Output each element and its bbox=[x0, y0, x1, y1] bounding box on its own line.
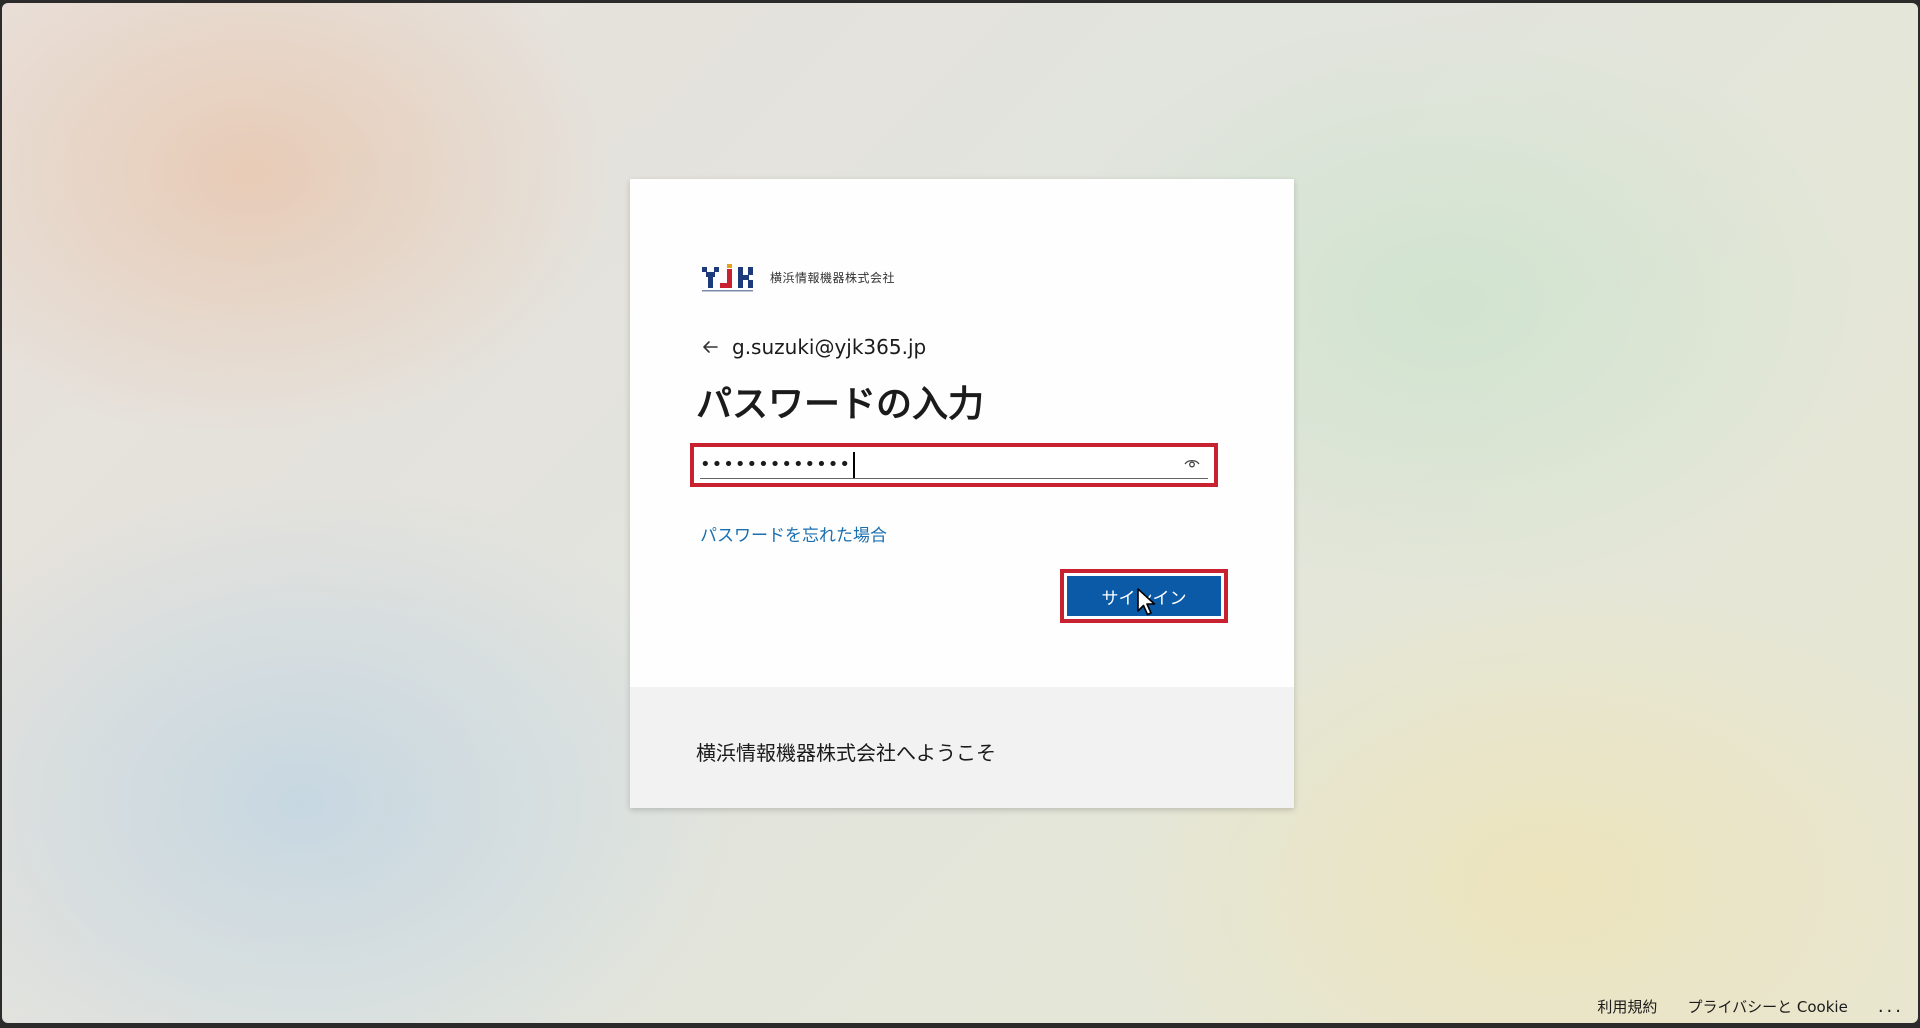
more-options-icon[interactable]: ... bbox=[1878, 996, 1904, 1017]
identity-back-button[interactable]: g.suzuki@yjk365.jp bbox=[700, 330, 926, 364]
back-arrow-icon[interactable] bbox=[700, 337, 720, 357]
company-name: 横浜情報機器株式会社 bbox=[770, 270, 896, 285]
password-field[interactable]: ••••••••••••• bbox=[690, 443, 1218, 487]
signin-card-body: 横浜情報機器株式会社 g.suzuki@yjk365.jp パスワードの入力 •… bbox=[630, 179, 1294, 687]
welcome-text: 横浜情報機器株式会社へようこそ bbox=[696, 741, 996, 765]
eye-icon[interactable] bbox=[1184, 457, 1200, 471]
yjk-logo-mark bbox=[702, 264, 753, 292]
terms-link[interactable]: 利用規約 bbox=[1597, 996, 1657, 1017]
company-logo: 横浜情報機器株式会社 bbox=[700, 260, 895, 294]
privacy-cookie-link[interactable]: プライバシーと Cookie bbox=[1687, 996, 1847, 1017]
password-input[interactable]: ••••••••••••• bbox=[700, 451, 1208, 479]
signin-card-footer: 横浜情報機器株式会社へようこそ bbox=[630, 687, 1294, 808]
mouse-pointer-icon bbox=[1137, 588, 1156, 616]
page-title: パスワードの入力 bbox=[696, 384, 985, 425]
signin-card: 横浜情報機器株式会社 g.suzuki@yjk365.jp パスワードの入力 •… bbox=[630, 179, 1294, 808]
identity-email: g.suzuki@yjk365.jp bbox=[732, 335, 927, 359]
login-background: 横浜情報機器株式会社 g.suzuki@yjk365.jp パスワードの入力 •… bbox=[2, 3, 1918, 1023]
text-caret bbox=[853, 451, 856, 478]
password-value: ••••••••••••• bbox=[700, 454, 852, 475]
forgot-password-link[interactable]: パスワードを忘れた場合 bbox=[700, 521, 887, 546]
page-footer: 利用規約 プライバシーと Cookie ... bbox=[1567, 996, 1904, 1017]
